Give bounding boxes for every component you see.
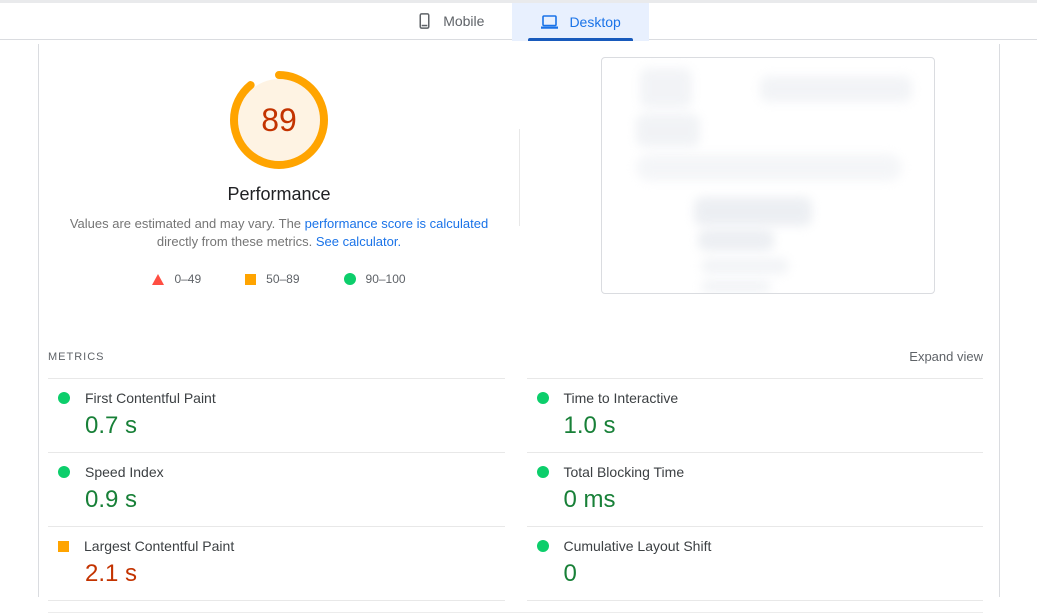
performance-score-gauge[interactable]: 89	[229, 70, 329, 170]
screenshot-blur-blob	[694, 197, 812, 226]
metric-value: 0.7 s	[85, 412, 505, 440]
metric-item: Time to Interactive 1.0 s	[527, 378, 984, 452]
final-screenshot-thumbnail[interactable]	[601, 57, 935, 294]
metric-row: First Contentful Paint	[58, 388, 505, 408]
screenshot-blur-blob	[636, 114, 700, 147]
metric-status-icon	[537, 392, 549, 404]
tab-mobile-label: Mobile	[443, 13, 484, 29]
metric-name: Cumulative Layout Shift	[564, 538, 712, 554]
screenshot-blur-blob	[698, 229, 774, 251]
device-tabbar: Mobile Desktop	[0, 3, 1037, 40]
metric-item: Total Blocking Time 0 ms	[527, 452, 984, 526]
metric-item: Largest Contentful Paint 2.1 s	[48, 526, 505, 600]
metric-name: Speed Index	[85, 464, 164, 480]
metric-value: 0.9 s	[85, 486, 505, 514]
screenshot-blur-blob	[701, 280, 771, 293]
performance-summary-left: 89 Performance Values are estimated and …	[39, 44, 519, 286]
metric-item: Speed Index 0.9 s	[48, 452, 505, 526]
metric-status-icon	[58, 541, 69, 552]
active-tab-indicator	[528, 38, 632, 41]
metric-status-icon	[58, 466, 70, 478]
metrics-grid: First Contentful Paint 0.7 s Time to Inter…	[48, 378, 983, 612]
legend-item: 90–100	[344, 272, 406, 286]
metric-value: 0	[564, 560, 984, 588]
lighthouse-report-card: 89 Performance Values are estimated and …	[38, 44, 1000, 597]
legend-range-label: 90–100	[366, 272, 406, 286]
metric-row: Largest Contentful Paint	[58, 536, 505, 556]
legend-triangle-icon	[152, 274, 164, 285]
metrics-section-label: METRICS	[48, 351, 105, 363]
legend-range-label: 0–49	[174, 272, 201, 286]
screenshot-blur-blob	[636, 154, 902, 181]
metric-name: Largest Contentful Paint	[84, 538, 234, 554]
see-calculator-link[interactable]: See calculator.	[316, 234, 401, 249]
metric-row-divider	[48, 600, 505, 612]
metric-row: Total Blocking Time	[537, 462, 984, 482]
screenshot-blur-blob	[760, 76, 912, 102]
mobile-icon	[416, 12, 433, 30]
summary-vertical-divider	[519, 129, 520, 226]
screenshot-blur-blob	[640, 68, 692, 108]
performance-score-value: 89	[229, 70, 329, 170]
performance-description: Values are estimated and may vary. The p…	[67, 215, 491, 251]
metric-value: 2.1 s	[85, 560, 505, 588]
legend-item: 0–49	[152, 272, 201, 286]
metric-status-icon	[537, 540, 549, 552]
score-legend: 0–49 50–89 90–100	[39, 272, 519, 286]
metrics-section: METRICS Expand view First Contentful Pai…	[39, 337, 999, 613]
metric-row: Time to Interactive	[537, 388, 984, 408]
tab-mobile[interactable]: Mobile	[388, 3, 512, 39]
metric-name: Time to Interactive	[564, 390, 679, 406]
metric-row-divider	[527, 600, 984, 612]
performance-summary: 89 Performance Values are estimated and …	[39, 44, 999, 337]
metric-name: Total Blocking Time	[564, 464, 685, 480]
metric-name: First Contentful Paint	[85, 390, 216, 406]
metric-item: Cumulative Layout Shift 0	[527, 526, 984, 600]
legend-square-icon	[245, 274, 256, 285]
score-calculated-link[interactable]: performance score is calculated	[305, 216, 489, 231]
metric-status-icon	[537, 466, 549, 478]
desc-text-2: directly from these metrics.	[157, 234, 316, 249]
legend-circle-icon	[344, 273, 356, 285]
metric-value: 1.0 s	[564, 412, 984, 440]
metric-row: Speed Index	[58, 462, 505, 482]
legend-range-label: 50–89	[266, 272, 299, 286]
expand-view-button[interactable]: Expand view	[909, 349, 983, 364]
performance-title: Performance	[39, 184, 519, 205]
desktop-icon	[540, 13, 559, 31]
metric-row: Cumulative Layout Shift	[537, 536, 984, 556]
metrics-header: METRICS Expand view	[48, 337, 983, 378]
metric-item: First Contentful Paint 0.7 s	[48, 378, 505, 452]
tab-desktop[interactable]: Desktop	[512, 3, 648, 41]
metric-value: 0 ms	[564, 486, 984, 514]
metric-status-icon	[58, 392, 70, 404]
desc-text-1: Values are estimated and may vary. The	[70, 216, 305, 231]
screenshot-blur-blob	[701, 258, 789, 274]
tab-desktop-label: Desktop	[569, 14, 620, 30]
legend-item: 50–89	[245, 272, 299, 286]
